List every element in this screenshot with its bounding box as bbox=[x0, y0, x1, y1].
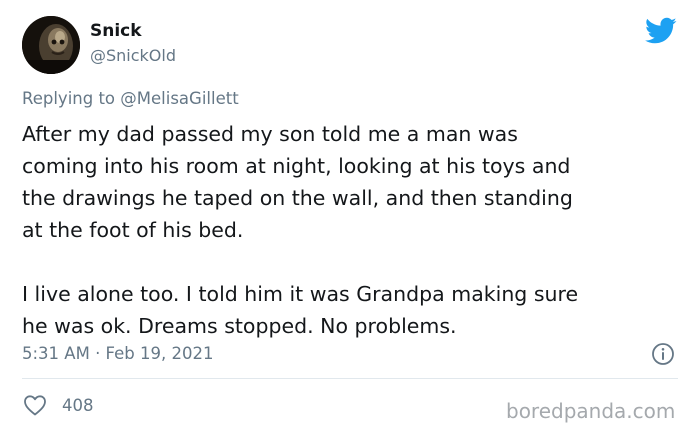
tweet-line: I live alone too. I told him it was Gran… bbox=[22, 282, 579, 306]
heart-icon[interactable] bbox=[23, 394, 47, 416]
like-count: 408 bbox=[62, 396, 94, 415]
reply-prefix: Replying to bbox=[22, 89, 116, 108]
tweet-line: the drawings he taped on the wall, and t… bbox=[22, 186, 573, 210]
tweet-line: After my dad passed my son told me a man… bbox=[22, 122, 518, 146]
divider bbox=[22, 378, 678, 379]
tweet-line: at the foot of his bed. bbox=[22, 218, 244, 242]
reply-context: Replying to @MelisaGillett bbox=[22, 88, 239, 110]
twitter-bird-icon[interactable] bbox=[645, 17, 677, 45]
tweet-timestamp[interactable]: 5:31 AM · Feb 19, 2021 bbox=[22, 343, 214, 365]
tweet-line: he was ok. Dreams stopped. No problems. bbox=[22, 314, 457, 338]
avatar-image bbox=[22, 16, 80, 74]
info-icon[interactable] bbox=[651, 342, 675, 366]
reply-mention-link[interactable]: @MelisaGillett bbox=[120, 89, 238, 108]
display-name[interactable]: Snick bbox=[90, 20, 142, 42]
user-handle[interactable]: @SnickOld bbox=[90, 45, 176, 67]
avatar[interactable] bbox=[22, 16, 80, 74]
watermark: boredpanda.com bbox=[506, 399, 676, 423]
tweet-body: After my dad passed my son told me a man… bbox=[22, 118, 682, 342]
tweet-line: coming into his room at night, looking a… bbox=[22, 154, 571, 178]
